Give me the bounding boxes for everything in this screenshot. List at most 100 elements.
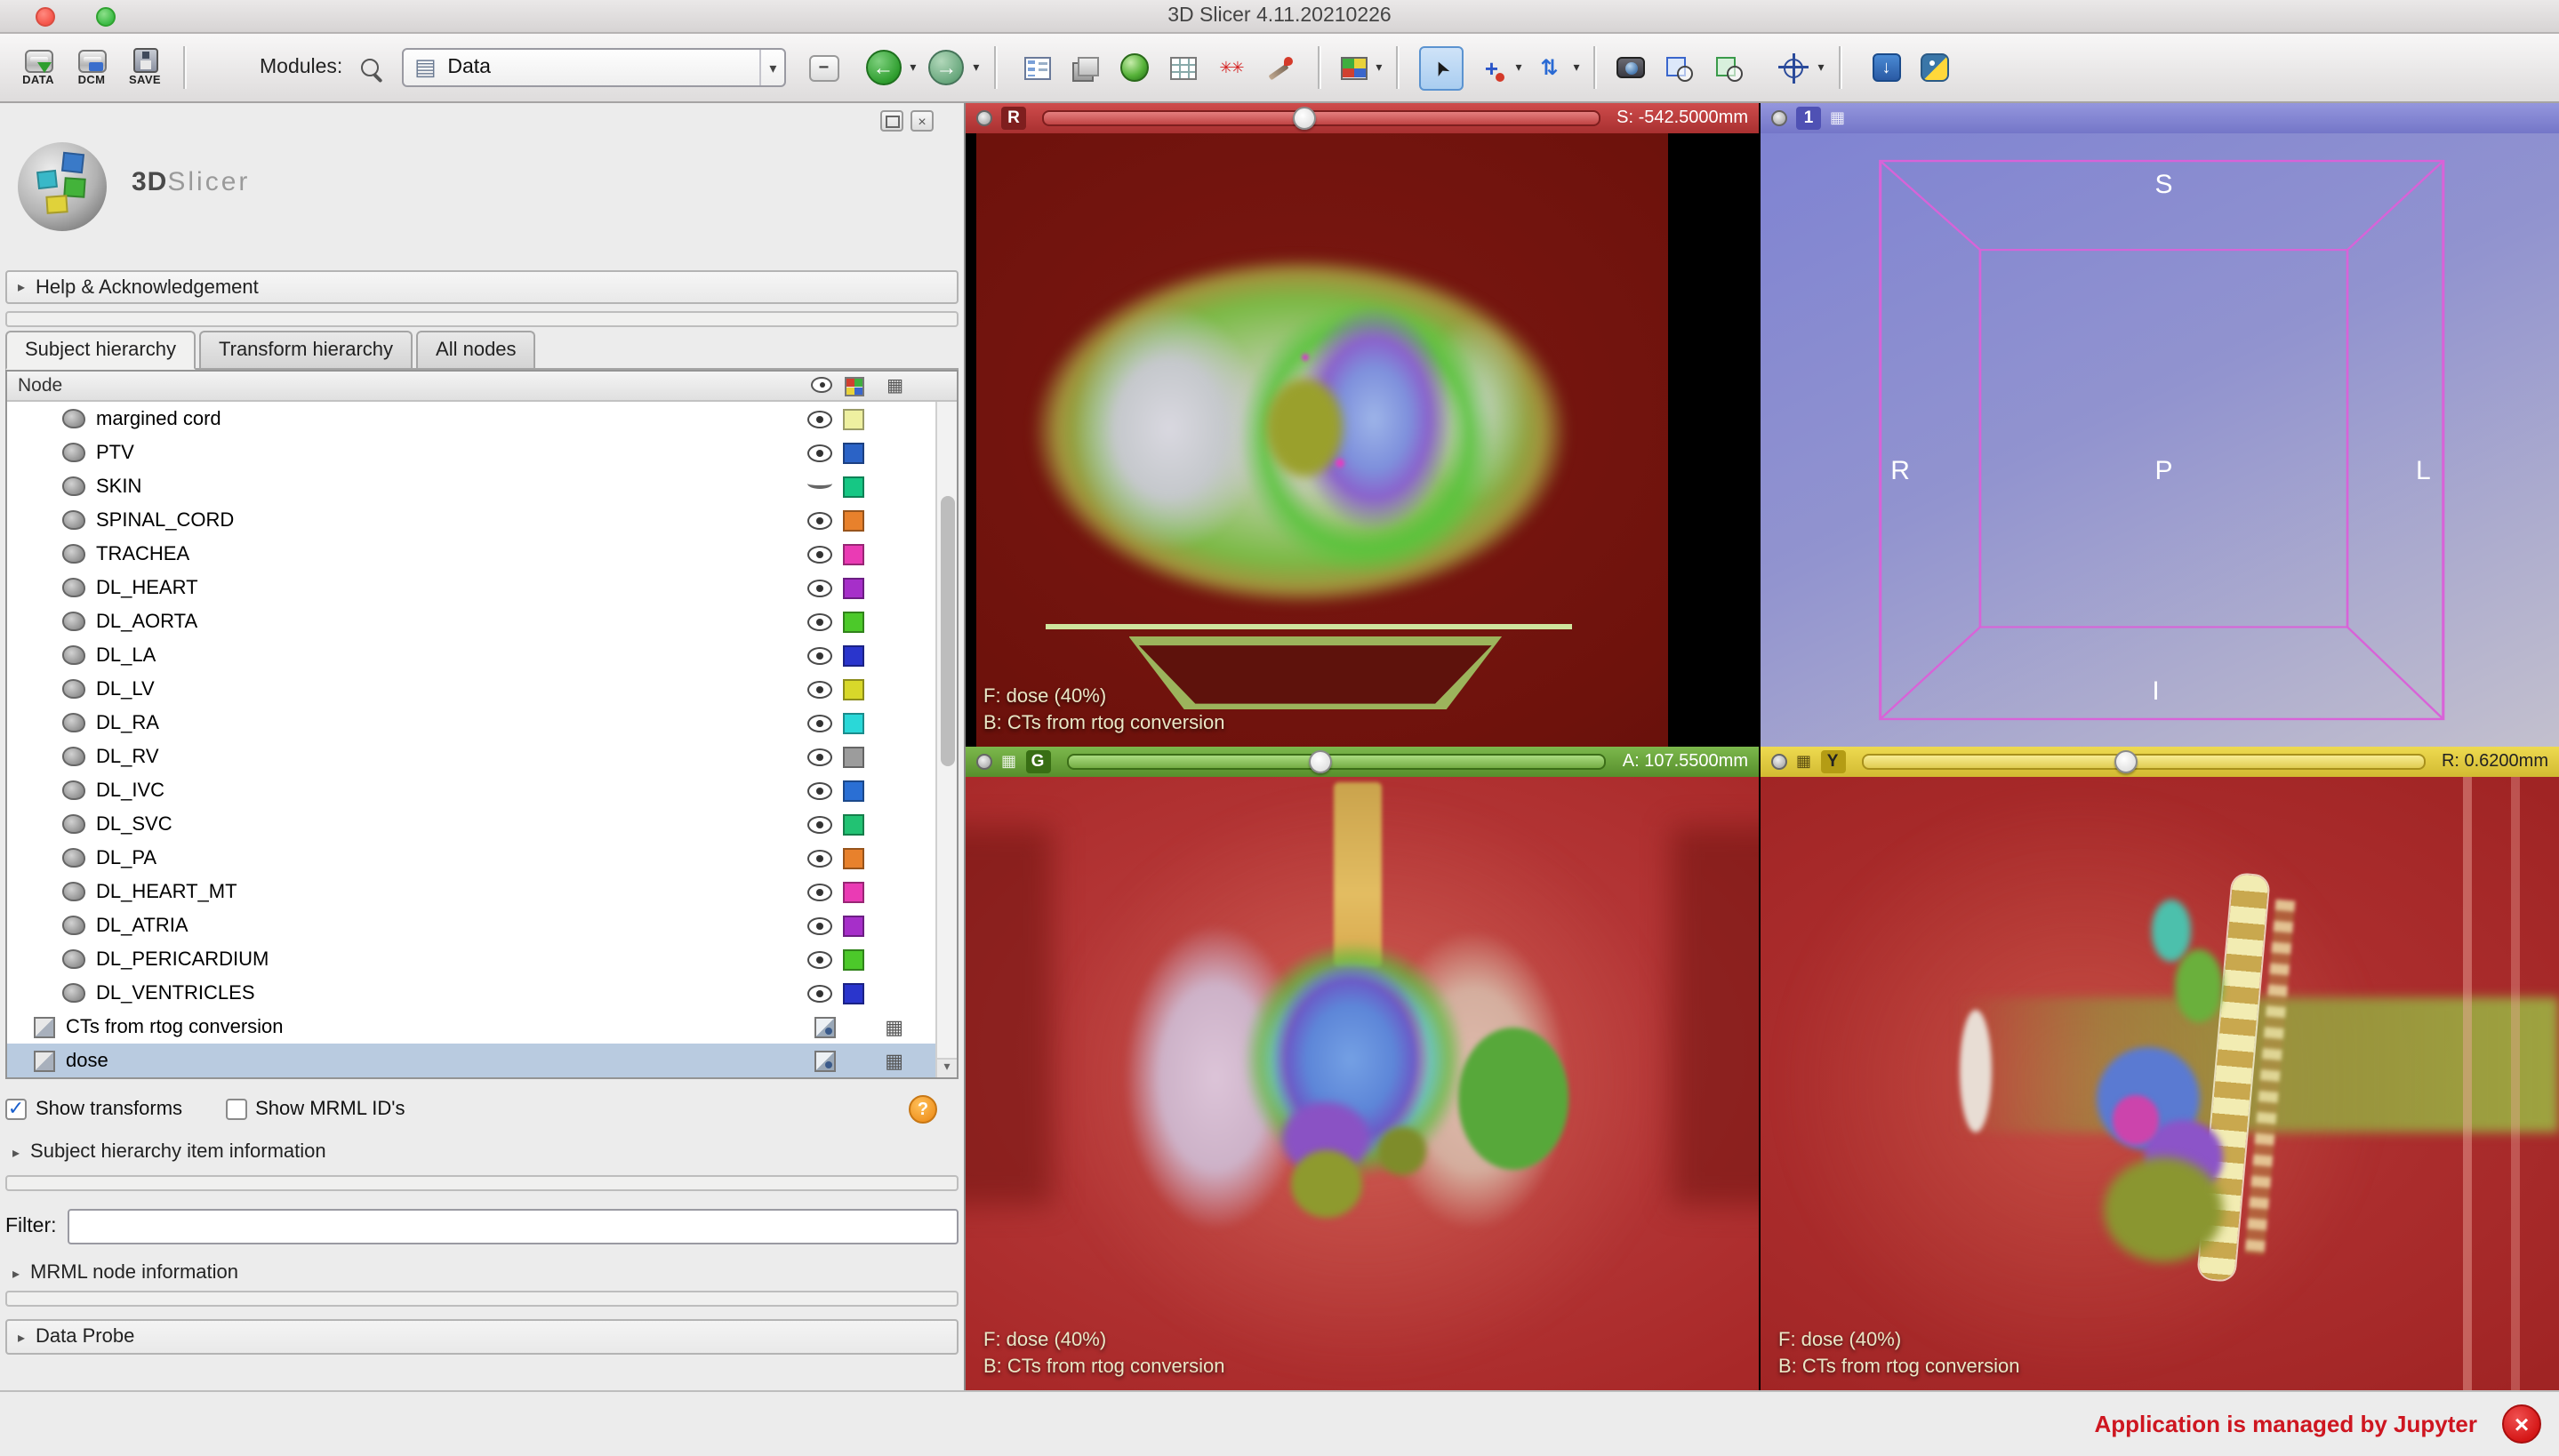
close-jupyter-message-button[interactable]: ×	[2502, 1404, 2541, 1444]
chevron-down-icon[interactable]: ▾	[1515, 60, 1521, 75]
volume-visibility-icon[interactable]	[814, 1050, 836, 1071]
view-options-icon[interactable]: ▦	[1830, 109, 1845, 126]
help-acknowledgement-section[interactable]: ▸ Help & Acknowledgement	[5, 270, 959, 304]
pin-icon[interactable]	[976, 110, 992, 126]
python-console-button[interactable]	[1913, 46, 1956, 89]
color-swatch[interactable]	[843, 543, 864, 564]
tree-header[interactable]: Node ▦	[7, 372, 957, 402]
data-probe-section[interactable]: ▸ Data Probe	[5, 1319, 959, 1355]
filter-input[interactable]	[67, 1209, 959, 1244]
view-label-3d[interactable]: 1	[1796, 107, 1821, 130]
tree-row[interactable]: DL_RV	[7, 740, 957, 773]
slider-handle[interactable]	[1293, 107, 1317, 130]
extensions-manager-button[interactable]: ↓	[1865, 46, 1908, 89]
show-transforms-checkbox[interactable]: ✓ Show transforms	[5, 1099, 182, 1120]
yellow-slice-slider[interactable]	[1861, 750, 2426, 773]
color-swatch[interactable]	[843, 712, 864, 733]
tree-row[interactable]: DL_HEART	[7, 571, 957, 604]
scene-view-restore-button[interactable]	[1708, 45, 1753, 90]
save-scene-button[interactable]: SAVE	[121, 48, 169, 87]
volumes-module-button[interactable]	[1063, 45, 1107, 90]
slider-handle[interactable]	[2114, 750, 2138, 773]
tree-row[interactable]: DL_PERICARDIUM	[7, 942, 957, 976]
module-history-forward-button[interactable]: →	[921, 43, 971, 92]
module-selector-combo[interactable]: ▤ Data ▾	[401, 48, 786, 87]
visibility-eye-icon[interactable]	[807, 849, 832, 867]
red-slice-slider[interactable]	[1042, 107, 1601, 130]
collapse-toolbar-button[interactable]: −	[808, 54, 839, 81]
tree-row[interactable]: SKIN	[7, 469, 957, 503]
color-swatch[interactable]	[843, 982, 864, 1004]
tree-row[interactable]: SPINAL_CORD	[7, 503, 957, 537]
tree-row[interactable]: DL_LV	[7, 672, 957, 706]
threeD-canvas[interactable]: S R P L I	[1761, 133, 2559, 747]
view-label-green[interactable]: G	[1025, 750, 1051, 773]
visibility-eye-icon[interactable]	[807, 612, 832, 630]
color-swatch[interactable]	[843, 915, 864, 936]
subject-hierarchy-module-button[interactable]	[1016, 49, 1057, 86]
view-options-icon[interactable]: ▦	[1796, 753, 1811, 770]
green-slice-canvas[interactable]: F: dose (40%) B: CTs from rtog conversio…	[966, 777, 1759, 1390]
tables-module-button[interactable]	[1162, 49, 1203, 86]
color-swatch[interactable]	[843, 476, 864, 497]
tree-row[interactable]: DL_PA	[7, 841, 957, 875]
color-swatch[interactable]	[843, 644, 864, 666]
chevron-down-icon[interactable]: ▾	[1573, 60, 1579, 75]
traffic-light-close-button[interactable]	[36, 7, 55, 27]
models-module-button[interactable]	[1112, 45, 1157, 90]
visibility-eye-icon[interactable]	[807, 748, 832, 765]
show-mrml-ids-checkbox[interactable]: Show MRML ID's	[225, 1099, 405, 1120]
visibility-eye-icon[interactable]	[807, 781, 832, 799]
tab-transform-hierarchy[interactable]: Transform hierarchy	[199, 331, 413, 368]
screenshot-button[interactable]	[1610, 50, 1653, 85]
color-swatch[interactable]	[843, 847, 864, 868]
tab-subject-hierarchy[interactable]: Subject hierarchy	[5, 331, 196, 370]
module-shortcuts-button[interactable]: ⇅	[1527, 45, 1571, 90]
mouse-interaction-button[interactable]: ➤	[1419, 45, 1464, 90]
tree-row[interactable]: PTV	[7, 436, 957, 469]
color-swatch[interactable]	[843, 611, 864, 632]
scene-view-save-button[interactable]	[1658, 45, 1703, 90]
chevron-down-icon[interactable]: ▾	[910, 60, 916, 75]
green-slice-offset[interactable]: A: 107.5500mm	[1623, 752, 1748, 772]
tree-row[interactable]: TRACHEA	[7, 537, 957, 571]
place-markup-button[interactable]	[1469, 45, 1513, 90]
grid-icon[interactable]: ▦	[885, 1049, 903, 1072]
red-slice-offset[interactable]: S: -542.5000mm	[1616, 108, 1748, 128]
volume-visibility-icon[interactable]	[814, 1016, 836, 1037]
tree-row[interactable]: margined cord	[7, 402, 957, 436]
grid-icon[interactable]: ▦	[885, 1015, 903, 1038]
tree-row[interactable]: DL_RA	[7, 706, 957, 740]
chevron-down-icon[interactable]: ▾	[1376, 60, 1382, 75]
visibility-eye-icon[interactable]	[807, 916, 832, 934]
undock-panel-button[interactable]	[880, 110, 903, 132]
visibility-eye-icon[interactable]	[807, 444, 832, 461]
color-swatch[interactable]	[843, 780, 864, 801]
scroll-down-button[interactable]: ▾	[937, 1058, 957, 1077]
module-finder-button[interactable]	[348, 45, 392, 90]
color-swatch[interactable]	[843, 746, 864, 767]
tree-scrollbar[interactable]: ▾	[935, 402, 957, 1077]
green-slice-slider[interactable]	[1066, 750, 1607, 773]
tree-row[interactable]: DL_AORTA	[7, 604, 957, 638]
load-data-button[interactable]: DATA	[14, 49, 62, 86]
color-swatch[interactable]	[843, 509, 864, 531]
segment-editor-module-button[interactable]	[1258, 45, 1303, 90]
load-dicom-button[interactable]: DCM	[68, 49, 116, 86]
visibility-eye-icon[interactable]	[807, 815, 832, 833]
crosshair-button[interactable]	[1772, 45, 1817, 90]
annotations-module-button[interactable]: ✳✳	[1208, 45, 1253, 90]
red-slice-canvas[interactable]: F: dose (40%) B: CTs from rtog conversio…	[966, 133, 1759, 747]
module-history-back-button[interactable]: ←	[858, 43, 908, 92]
visibility-eye-icon[interactable]	[807, 646, 832, 664]
yellow-slice-offset[interactable]: R: 0.6200mm	[2442, 752, 2548, 772]
color-swatch[interactable]	[843, 577, 864, 598]
pin-icon[interactable]	[976, 754, 992, 770]
visibility-eye-icon[interactable]	[807, 579, 832, 596]
traffic-light-zoom-button[interactable]	[96, 7, 116, 27]
view-label-red[interactable]: R	[1001, 107, 1026, 130]
color-swatch[interactable]	[843, 881, 864, 902]
visibility-eye-icon[interactable]	[807, 477, 832, 488]
visibility-eye-icon[interactable]	[807, 511, 832, 529]
color-swatch[interactable]	[843, 813, 864, 835]
